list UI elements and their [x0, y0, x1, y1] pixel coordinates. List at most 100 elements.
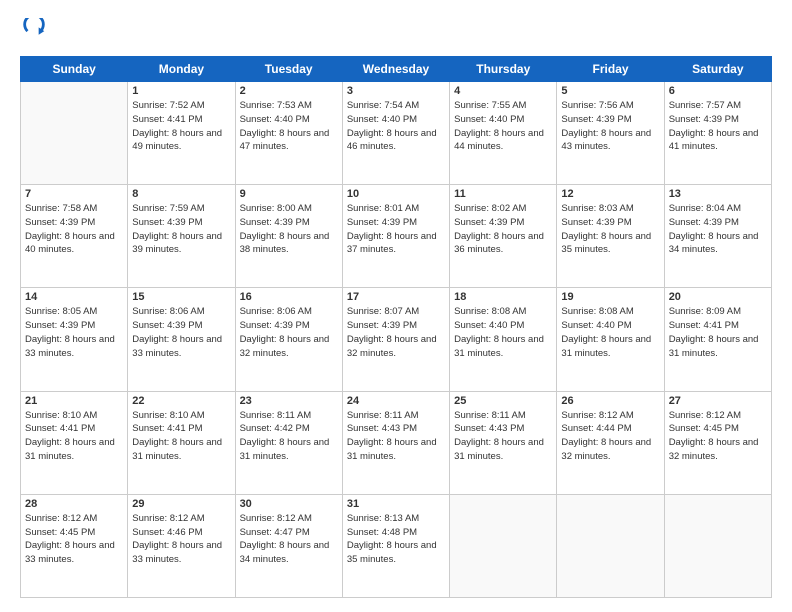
- col-monday: Monday: [128, 57, 235, 82]
- calendar-cell: 28 Sunrise: 8:12 AMSunset: 4:45 PMDayligh…: [21, 494, 128, 597]
- day-number: 18: [454, 291, 552, 303]
- calendar-cell: 27 Sunrise: 8:12 AMSunset: 4:45 PMDayligh…: [664, 391, 771, 494]
- cell-content: Sunrise: 8:08 AMSunset: 4:40 PMDaylight:…: [561, 306, 651, 358]
- cell-content: Sunrise: 7:59 AMSunset: 4:39 PMDaylight:…: [132, 203, 222, 255]
- cell-content: Sunrise: 8:02 AMSunset: 4:39 PMDaylight:…: [454, 203, 544, 255]
- day-number: 14: [25, 291, 123, 303]
- header-row: Sunday Monday Tuesday Wednesday Thursday…: [21, 57, 772, 82]
- calendar-cell: [664, 494, 771, 597]
- logo-icon: [20, 18, 48, 46]
- cell-content: Sunrise: 8:12 AMSunset: 4:44 PMDaylight:…: [561, 410, 651, 462]
- calendar-cell: 9Sunrise: 8:00 AMSunset: 4:39 PMDaylight…: [235, 185, 342, 288]
- calendar-cell: [21, 82, 128, 185]
- cell-content: Sunrise: 8:13 AMSunset: 4:48 PMDaylight:…: [347, 513, 437, 565]
- calendar-cell: [557, 494, 664, 597]
- cell-content: Sunrise: 8:12 AMSunset: 4:47 PMDaylight:…: [240, 513, 330, 565]
- cell-content: Sunrise: 7:55 AMSunset: 4:40 PMDaylight:…: [454, 100, 544, 152]
- calendar-cell: 1 Sunrise: 7:52 AMSunset: 4:41 PMDaylight…: [128, 82, 235, 185]
- calendar-cell: 5 Sunrise: 7:56 AMSunset: 4:39 PMDaylight…: [557, 82, 664, 185]
- day-number: 5: [561, 85, 659, 97]
- calendar-week-3: 14 Sunrise: 8:05 AMSunset: 4:39 PMDayligh…: [21, 288, 772, 391]
- col-wednesday: Wednesday: [342, 57, 449, 82]
- calendar-cell: 31Sunrise: 8:13 AMSunset: 4:48 PMDayligh…: [342, 494, 449, 597]
- calendar-header: Sunday Monday Tuesday Wednesday Thursday…: [21, 57, 772, 82]
- calendar-cell: 13 Sunrise: 8:04 AMSunset: 4:39 PMDayligh…: [664, 185, 771, 288]
- day-number: 20: [669, 291, 767, 303]
- cell-content: Sunrise: 7:53 AMSunset: 4:40 PMDaylight:…: [240, 100, 330, 152]
- cell-content: Sunrise: 8:12 AMSunset: 4:45 PMDaylight:…: [669, 410, 759, 462]
- cell-content: Sunrise: 8:11 AMSunset: 4:43 PMDaylight:…: [347, 410, 437, 462]
- calendar-cell: 11 Sunrise: 8:02 AMSunset: 4:39 PMDayligh…: [450, 185, 557, 288]
- day-number: 6: [669, 85, 767, 97]
- day-number: 27: [669, 395, 767, 407]
- cell-content: Sunrise: 8:12 AMSunset: 4:45 PMDaylight:…: [25, 513, 115, 565]
- calendar-cell: 23 Sunrise: 8:11 AMSunset: 4:42 PMDayligh…: [235, 391, 342, 494]
- calendar-cell: 15Sunrise: 8:06 AMSunset: 4:39 PMDayligh…: [128, 288, 235, 391]
- day-number: 29: [132, 498, 230, 510]
- cell-content: Sunrise: 7:54 AMSunset: 4:40 PMDaylight:…: [347, 100, 437, 152]
- calendar-cell: 25Sunrise: 8:11 AMSunset: 4:43 PMDayligh…: [450, 391, 557, 494]
- day-number: 13: [669, 188, 767, 200]
- calendar-cell: 19 Sunrise: 8:08 AMSunset: 4:40 PMDayligh…: [557, 288, 664, 391]
- day-number: 19: [561, 291, 659, 303]
- cell-content: Sunrise: 8:04 AMSunset: 4:39 PMDaylight:…: [669, 203, 759, 255]
- calendar-cell: 8 Sunrise: 7:59 AMSunset: 4:39 PMDaylight…: [128, 185, 235, 288]
- calendar-cell: 17 Sunrise: 8:07 AMSunset: 4:39 PMDayligh…: [342, 288, 449, 391]
- cell-content: Sunrise: 8:05 AMSunset: 4:39 PMDaylight:…: [25, 306, 115, 358]
- day-number: 21: [25, 395, 123, 407]
- calendar-cell: 4Sunrise: 7:55 AMSunset: 4:40 PMDaylight…: [450, 82, 557, 185]
- cell-content: Sunrise: 8:03 AMSunset: 4:39 PMDaylight:…: [561, 203, 651, 255]
- calendar-cell: 24 Sunrise: 8:11 AMSunset: 4:43 PMDayligh…: [342, 391, 449, 494]
- calendar-cell: 12Sunrise: 8:03 AMSunset: 4:39 PMDayligh…: [557, 185, 664, 288]
- day-number: 8: [132, 188, 230, 200]
- day-number: 22: [132, 395, 230, 407]
- day-number: 2: [240, 85, 338, 97]
- cell-content: Sunrise: 7:52 AMSunset: 4:41 PMDaylight:…: [132, 100, 222, 152]
- col-friday: Friday: [557, 57, 664, 82]
- day-number: 11: [454, 188, 552, 200]
- calendar-cell: 26 Sunrise: 8:12 AMSunset: 4:44 PMDayligh…: [557, 391, 664, 494]
- col-thursday: Thursday: [450, 57, 557, 82]
- day-number: 28: [25, 498, 123, 510]
- cell-content: Sunrise: 8:11 AMSunset: 4:42 PMDaylight:…: [240, 410, 330, 462]
- day-number: 26: [561, 395, 659, 407]
- calendar-week-4: 21 Sunrise: 8:10 AMSunset: 4:41 PMDayligh…: [21, 391, 772, 494]
- day-number: 23: [240, 395, 338, 407]
- col-saturday: Saturday: [664, 57, 771, 82]
- cell-content: Sunrise: 8:10 AMSunset: 4:41 PMDaylight:…: [25, 410, 115, 462]
- cell-content: Sunrise: 8:07 AMSunset: 4:39 PMDaylight:…: [347, 306, 437, 358]
- calendar-week-2: 7Sunrise: 7:58 AMSunset: 4:39 PMDaylight…: [21, 185, 772, 288]
- day-number: 10: [347, 188, 445, 200]
- calendar-cell: 3 Sunrise: 7:54 AMSunset: 4:40 PMDaylight…: [342, 82, 449, 185]
- page: Sunday Monday Tuesday Wednesday Thursday…: [0, 0, 792, 612]
- cell-content: Sunrise: 8:06 AMSunset: 4:39 PMDaylight:…: [240, 306, 330, 358]
- calendar-table: Sunday Monday Tuesday Wednesday Thursday…: [20, 56, 772, 598]
- cell-content: Sunrise: 8:12 AMSunset: 4:46 PMDaylight:…: [132, 513, 222, 565]
- header: [20, 18, 772, 46]
- day-number: 3: [347, 85, 445, 97]
- cell-content: Sunrise: 8:08 AMSunset: 4:40 PMDaylight:…: [454, 306, 544, 358]
- calendar-cell: 2 Sunrise: 7:53 AMSunset: 4:40 PMDaylight…: [235, 82, 342, 185]
- calendar-cell: 18 Sunrise: 8:08 AMSunset: 4:40 PMDayligh…: [450, 288, 557, 391]
- day-number: 17: [347, 291, 445, 303]
- calendar-cell: 14 Sunrise: 8:05 AMSunset: 4:39 PMDayligh…: [21, 288, 128, 391]
- col-tuesday: Tuesday: [235, 57, 342, 82]
- calendar-cell: 29 Sunrise: 8:12 AMSunset: 4:46 PMDayligh…: [128, 494, 235, 597]
- day-number: 25: [454, 395, 552, 407]
- day-number: 30: [240, 498, 338, 510]
- calendar-body: 1 Sunrise: 7:52 AMSunset: 4:41 PMDaylight…: [21, 82, 772, 598]
- day-number: 1: [132, 85, 230, 97]
- calendar-week-5: 28 Sunrise: 8:12 AMSunset: 4:45 PMDayligh…: [21, 494, 772, 597]
- cell-content: Sunrise: 8:06 AMSunset: 4:39 PMDaylight:…: [132, 306, 222, 358]
- calendar-cell: 6Sunrise: 7:57 AMSunset: 4:39 PMDaylight…: [664, 82, 771, 185]
- calendar-cell: 10Sunrise: 8:01 AMSunset: 4:39 PMDayligh…: [342, 185, 449, 288]
- calendar-cell: 16Sunrise: 8:06 AMSunset: 4:39 PMDayligh…: [235, 288, 342, 391]
- cell-content: Sunrise: 8:00 AMSunset: 4:39 PMDaylight:…: [240, 203, 330, 255]
- calendar-cell: 7Sunrise: 7:58 AMSunset: 4:39 PMDaylight…: [21, 185, 128, 288]
- day-number: 7: [25, 188, 123, 200]
- calendar-cell: 20Sunrise: 8:09 AMSunset: 4:41 PMDayligh…: [664, 288, 771, 391]
- calendar-cell: [450, 494, 557, 597]
- col-sunday: Sunday: [21, 57, 128, 82]
- day-number: 24: [347, 395, 445, 407]
- cell-content: Sunrise: 7:56 AMSunset: 4:39 PMDaylight:…: [561, 100, 651, 152]
